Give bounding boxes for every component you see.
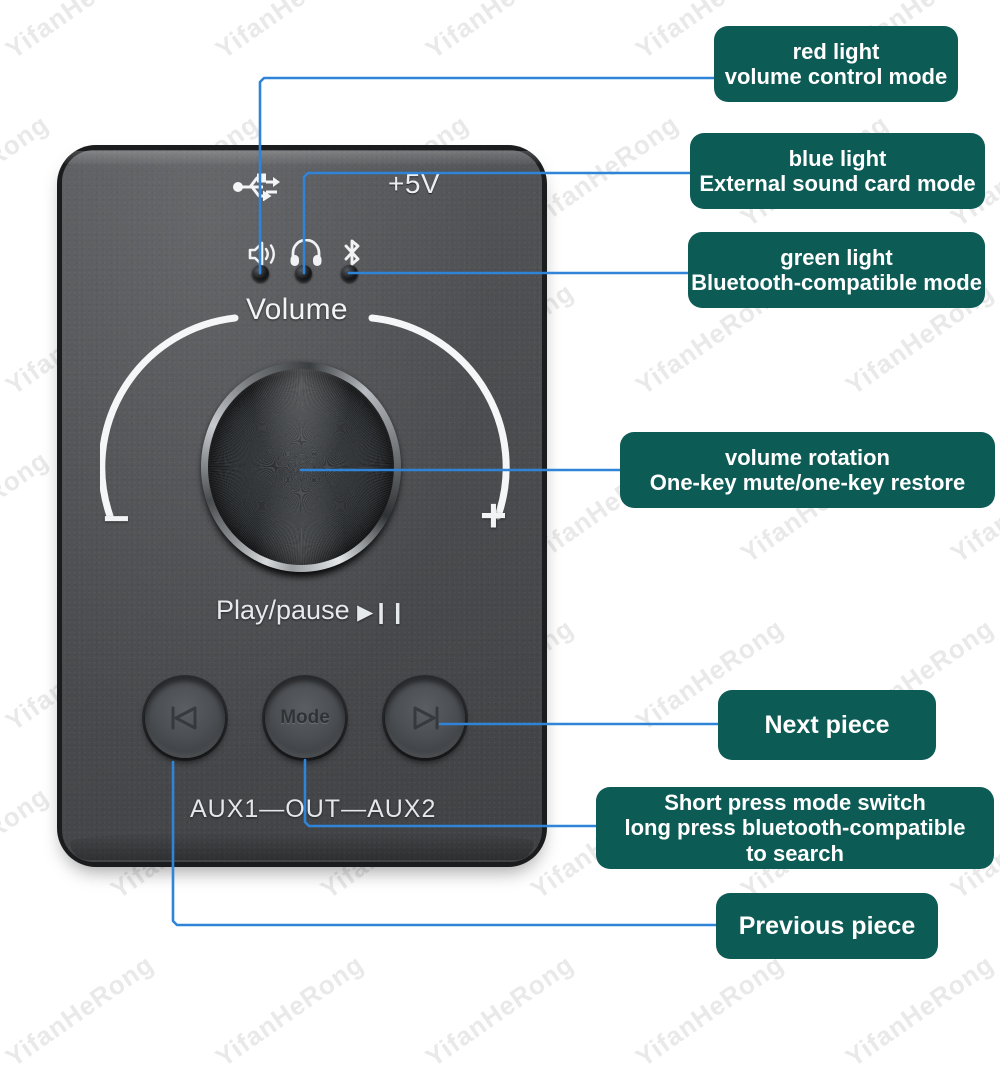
callout-line: volume control mode — [724, 64, 948, 89]
callout-next-piece: Next piece — [718, 690, 936, 760]
callout-line: One-key mute/one-key restore — [649, 470, 966, 495]
bluetooth-icon — [335, 238, 369, 268]
callout-line: green light — [780, 244, 893, 270]
play-pause-icon: ▶❙❙ — [357, 601, 406, 624]
callout-green-light: green light Bluetooth-compatible mode — [688, 232, 985, 308]
blue-led — [295, 265, 312, 282]
callout-line: External sound card mode — [699, 171, 976, 196]
callout-line: blue light — [788, 145, 887, 171]
knob-surface[interactable] — [208, 369, 394, 565]
callout-volume-rotation: volume rotation One-key mute/one-key res… — [620, 432, 995, 508]
callout-red-light: red light volume control mode — [714, 26, 958, 102]
volume-label: Volume — [246, 293, 348, 326]
play-pause-label: Play/pause ▶❙❙ — [216, 595, 406, 626]
power-label: +5V — [388, 168, 441, 199]
callout-mode-switch: Short press mode switch long press bluet… — [596, 787, 994, 869]
volume-knob[interactable] — [198, 358, 404, 582]
aux-label: AUX1—OUT—AUX2 — [190, 795, 437, 823]
previous-button[interactable] — [145, 678, 225, 758]
callout-line: long press bluetooth-compatible — [624, 815, 966, 841]
mode-button-label: Mode — [280, 707, 330, 728]
callout-line: Previous piece — [738, 911, 916, 940]
callout-line: red light — [792, 38, 880, 64]
callout-line: volume rotation — [724, 444, 890, 470]
usb-icon — [233, 173, 281, 202]
volume-plus-label: + — [480, 489, 507, 541]
next-track-icon — [413, 706, 439, 730]
mode-button[interactable]: Mode — [265, 678, 345, 758]
red-led — [252, 265, 269, 282]
previous-track-icon — [171, 706, 197, 730]
callout-previous-piece: Previous piece — [716, 893, 938, 959]
volume-minus-label: − — [103, 492, 130, 544]
callout-line: to search — [746, 840, 844, 866]
annotated-product-diagram: YifanHeRong YifanHeRong YifanHeRong YifanHe… — [0, 0, 1000, 1073]
callout-line: Next piece — [764, 710, 890, 739]
callout-line: Bluetooth-compatible mode — [691, 270, 982, 295]
callout-line: Short press mode switch — [664, 790, 926, 816]
callout-blue-light: blue light External sound card mode — [690, 133, 985, 209]
next-button[interactable] — [385, 678, 465, 758]
green-led — [341, 265, 358, 282]
play-pause-text: Play/pause — [216, 595, 350, 625]
